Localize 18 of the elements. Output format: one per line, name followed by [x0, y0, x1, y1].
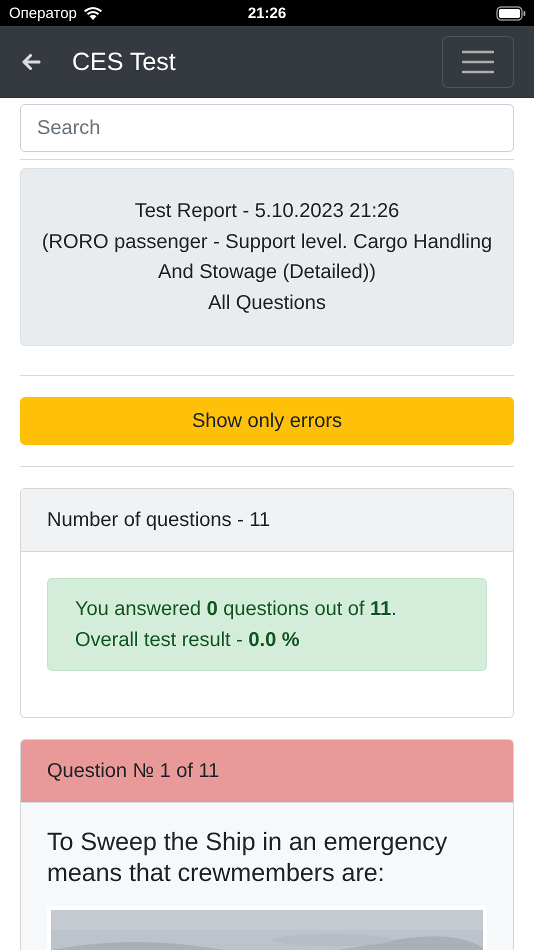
report-text: All Questions — [208, 290, 326, 316]
menu-button[interactable] — [442, 36, 514, 88]
header-text: Question № 1 of 11 — [47, 760, 220, 782]
wifi-icon — [82, 6, 103, 20]
show-errors-button[interactable]: Show only errors — [20, 397, 514, 445]
carrier-name: Оператор — [9, 4, 77, 22]
result-text: You answered 0 questions out of 11. — [75, 597, 398, 622]
header-text: Number of questions - 11 — [47, 508, 270, 532]
report-text: (RORO passenger - Support level. Cargo Handling And Stowage (Detailed)) — [41, 230, 493, 285]
page-title: CES Test — [72, 48, 177, 76]
question-text: To Sweep the Ship in an emergency means that crewmembers are: — [47, 827, 448, 889]
result-text: Overall test result - 0.0 % — [75, 628, 301, 652]
battery-icon — [496, 6, 526, 20]
report-text: Test Report - 5.10.2023 21:26 — [134, 199, 400, 224]
menu-icon — [462, 50, 494, 74]
search-field[interactable]: Search — [20, 104, 514, 152]
back-arrow-icon[interactable] — [21, 53, 41, 71]
clock-time: 21:26 — [248, 4, 286, 22]
